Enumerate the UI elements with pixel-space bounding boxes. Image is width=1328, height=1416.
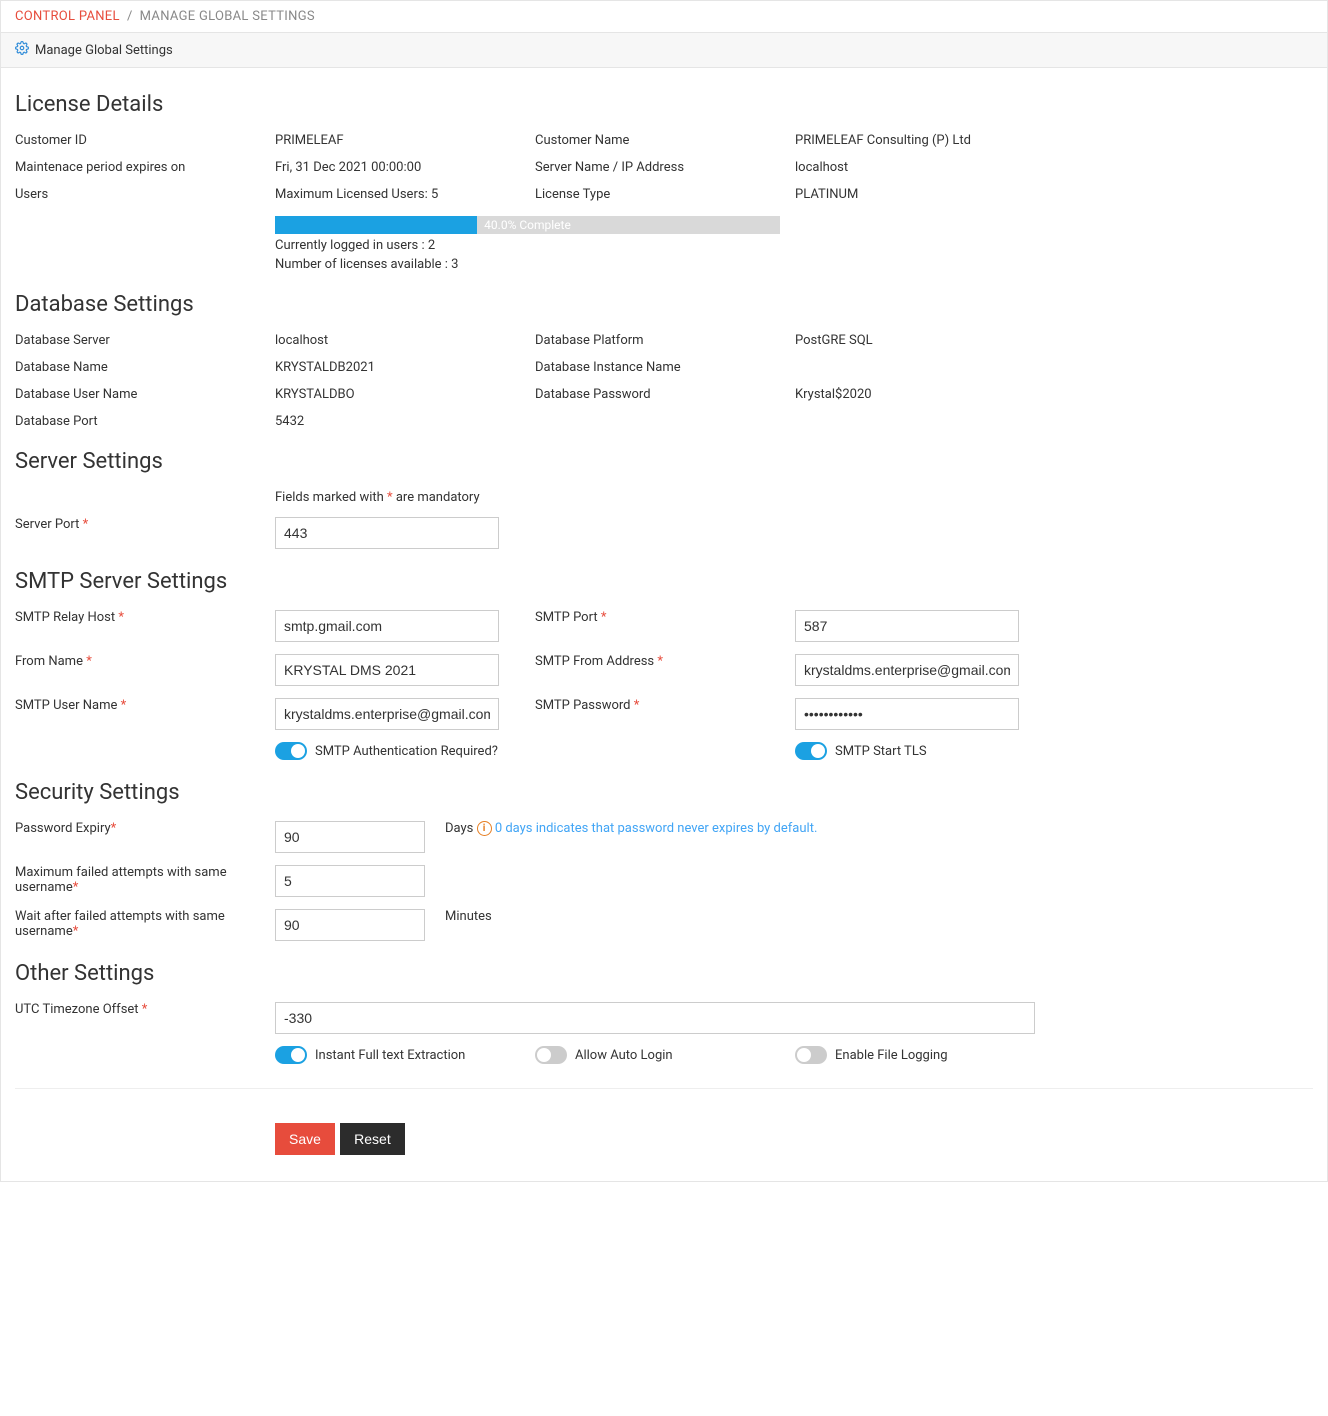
label-db-port: Database Port bbox=[15, 414, 275, 429]
info-icon: i bbox=[477, 821, 492, 836]
max-failed-input[interactable] bbox=[275, 865, 425, 897]
label-db-platform: Database Platform bbox=[535, 333, 795, 348]
autologin-toggle[interactable] bbox=[535, 1046, 567, 1064]
section-title-database: Database Settings bbox=[15, 292, 1313, 317]
save-button[interactable]: Save bbox=[275, 1123, 335, 1155]
filelog-label: Enable File Logging bbox=[835, 1048, 948, 1063]
value-customer-name: PRIMELEAF Consulting (P) Ltd bbox=[795, 133, 1313, 148]
section-title-smtp: SMTP Server Settings bbox=[15, 569, 1313, 594]
label-db-instance: Database Instance Name bbox=[535, 360, 795, 375]
breadcrumb-sep: / bbox=[127, 9, 132, 24]
label-customer-name: Customer Name bbox=[535, 133, 795, 148]
breadcrumb-leaf: MANAGE GLOBAL SETTINGS bbox=[140, 9, 315, 24]
license-usage-progress: 40.0% Complete bbox=[275, 216, 780, 234]
label-server-name: Server Name / IP Address bbox=[535, 160, 795, 175]
label-server-port: Server Port * bbox=[15, 517, 275, 532]
section-title-other: Other Settings bbox=[15, 961, 1313, 986]
breadcrumb-root[interactable]: CONTROL PANEL bbox=[15, 9, 120, 24]
section-title-security: Security Settings bbox=[15, 780, 1313, 805]
wait-unit: Minutes bbox=[445, 909, 492, 924]
value-db-server: localhost bbox=[275, 333, 535, 348]
label-max-failed: Maximum failed attempts with same userna… bbox=[15, 865, 275, 895]
server-port-input[interactable] bbox=[275, 517, 499, 549]
label-db-user: Database User Name bbox=[15, 387, 275, 402]
value-db-pass: Krystal$2020 bbox=[795, 387, 1313, 402]
smtp-from-addr-input[interactable] bbox=[795, 654, 1019, 686]
gear-icon bbox=[15, 41, 29, 59]
section-title-server: Server Settings bbox=[15, 449, 1313, 474]
value-maintenance: Fri, 31 Dec 2021 00:00:00 bbox=[275, 160, 535, 175]
label-db-name: Database Name bbox=[15, 360, 275, 375]
label-smtp-port: SMTP Port * bbox=[535, 610, 795, 625]
logged-in-users: Currently logged in users : 2 bbox=[275, 238, 795, 253]
label-maintenance: Maintenace period expires on bbox=[15, 160, 275, 175]
label-customer-id: Customer ID bbox=[15, 133, 275, 148]
label-smtp-user: SMTP User Name * bbox=[15, 698, 275, 713]
smtp-from-name-input[interactable] bbox=[275, 654, 499, 686]
label-db-server: Database Server bbox=[15, 333, 275, 348]
value-db-user: KRYSTALDBO bbox=[275, 387, 535, 402]
fulltext-label: Instant Full text Extraction bbox=[315, 1048, 465, 1063]
progress-text: 40.0% Complete bbox=[275, 216, 780, 234]
label-smtp-from-name: From Name * bbox=[15, 654, 275, 669]
smtp-port-input[interactable] bbox=[795, 610, 1019, 642]
label-users: Users bbox=[15, 187, 275, 202]
label-smtp-pass: SMTP Password * bbox=[535, 698, 795, 713]
panel-title: Manage Global Settings bbox=[35, 43, 173, 58]
mandatory-note: Fields marked with * are mandatory bbox=[275, 490, 480, 505]
autologin-label: Allow Auto Login bbox=[575, 1048, 673, 1063]
value-customer-id: PRIMELEAF bbox=[275, 133, 535, 148]
reset-button[interactable]: Reset bbox=[340, 1123, 405, 1155]
smtp-pass-input[interactable] bbox=[795, 698, 1019, 730]
tz-offset-input[interactable] bbox=[275, 1002, 1035, 1034]
wait-after-input[interactable] bbox=[275, 909, 425, 941]
smtp-auth-toggle[interactable] bbox=[275, 742, 307, 760]
filelog-toggle[interactable] bbox=[795, 1046, 827, 1064]
breadcrumb: CONTROL PANEL / MANAGE GLOBAL SETTINGS bbox=[0, 0, 1328, 33]
section-title-license: License Details bbox=[15, 92, 1313, 117]
panel-header: Manage Global Settings bbox=[0, 33, 1328, 68]
value-db-port: 5432 bbox=[275, 414, 535, 429]
licenses-available: Number of licenses available : 3 bbox=[275, 257, 795, 272]
value-db-name: KRYSTALDB2021 bbox=[275, 360, 535, 375]
password-expiry-hint: Days i 0 days indicates that password ne… bbox=[445, 821, 817, 836]
label-wait-after: Wait after failed attempts with same use… bbox=[15, 909, 275, 939]
label-license-type: License Type bbox=[535, 187, 795, 202]
smtp-auth-label: SMTP Authentication Required? bbox=[315, 744, 498, 759]
label-db-pass: Database Password bbox=[535, 387, 795, 402]
smtp-user-input[interactable] bbox=[275, 698, 499, 730]
smtp-tls-toggle[interactable] bbox=[795, 742, 827, 760]
label-smtp-relay: SMTP Relay Host * bbox=[15, 610, 275, 625]
password-expiry-input[interactable] bbox=[275, 821, 425, 853]
fulltext-toggle[interactable] bbox=[275, 1046, 307, 1064]
label-smtp-from-addr: SMTP From Address * bbox=[535, 654, 795, 669]
value-db-platform: PostGRE SQL bbox=[795, 333, 1313, 348]
value-license-type: PLATINUM bbox=[795, 187, 1313, 202]
smtp-tls-label: SMTP Start TLS bbox=[835, 744, 927, 759]
smtp-relay-input[interactable] bbox=[275, 610, 499, 642]
label-password-expiry: Password Expiry* bbox=[15, 821, 275, 836]
label-tz-offset: UTC Timezone Offset * bbox=[15, 1002, 275, 1017]
value-server-name: localhost bbox=[795, 160, 1313, 175]
value-users: Maximum Licensed Users: 5 bbox=[275, 187, 535, 202]
